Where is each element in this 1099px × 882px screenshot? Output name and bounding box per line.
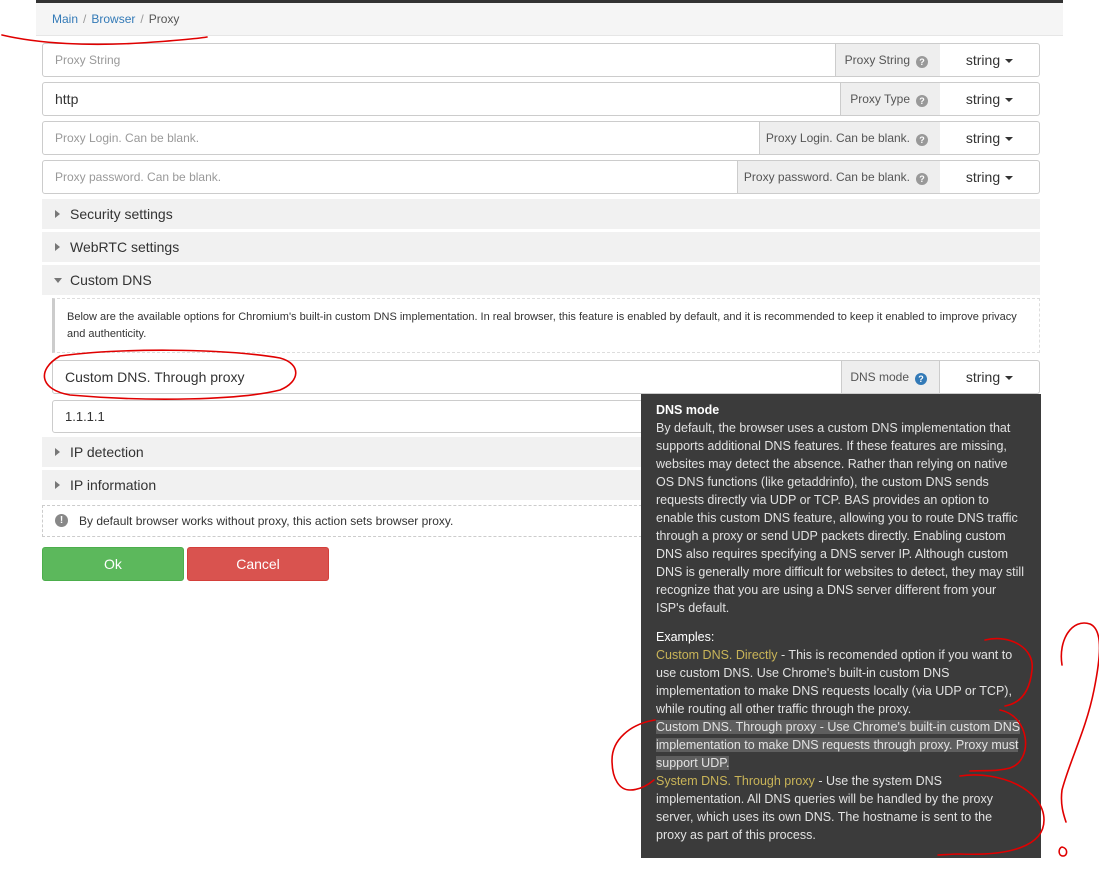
question-mark-dot (1058, 846, 1068, 857)
red-annotation-marks (1, 34, 1099, 857)
underline-mark (1, 34, 208, 46)
ellipse-mark (43, 349, 297, 400)
bracket-mark-2 (969, 709, 1027, 772)
question-mark-curve (1060, 622, 1099, 823)
bracket-mark-left (611, 719, 656, 791)
bracket-mark-3 (937, 774, 1045, 856)
bracket-mark-1 (984, 637, 1033, 707)
